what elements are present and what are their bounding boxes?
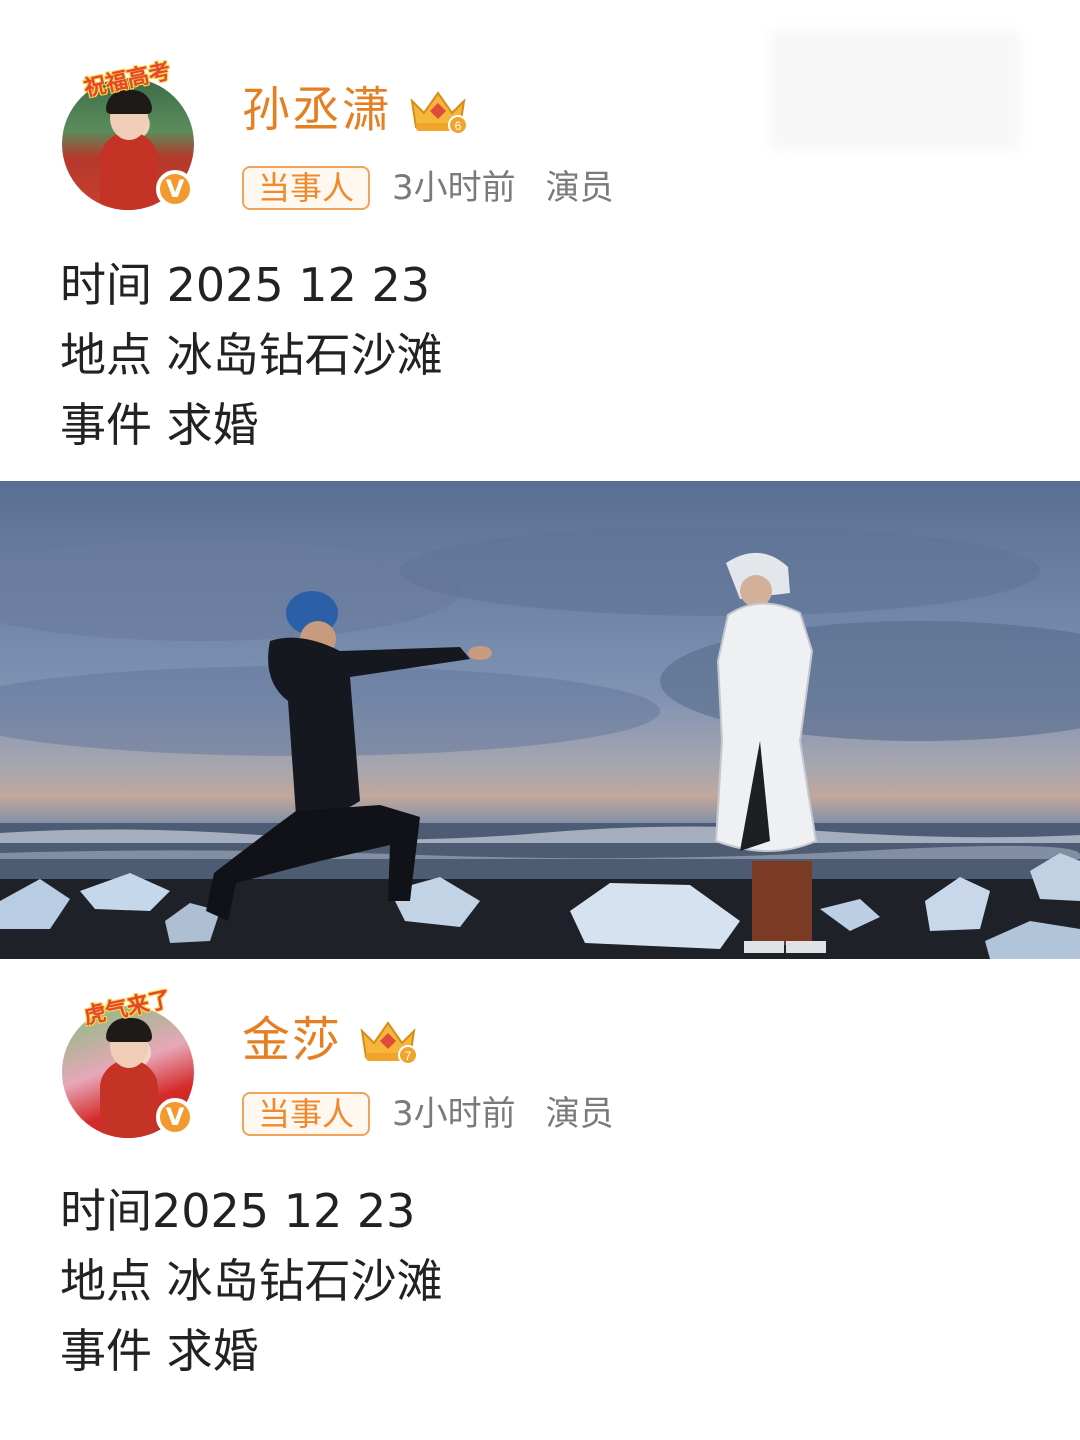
post-time: 3小时前 bbox=[392, 168, 516, 208]
level-number: 7 bbox=[405, 1049, 412, 1063]
level-number: 6 bbox=[455, 119, 462, 133]
avatar-container[interactable]: 虎气来了 V bbox=[52, 986, 202, 1138]
post-content: 时间 2025 12 23 地点 冰岛钻石沙滩 事件 求婚 bbox=[60, 250, 443, 460]
photo-scene bbox=[0, 526, 1080, 959]
tag-badge: 当事人 bbox=[242, 1092, 371, 1136]
avatar-figure bbox=[100, 1060, 158, 1138]
meta-row: 当事人 3小时前 演员 bbox=[242, 1092, 614, 1136]
crown-level-icon[interactable]: 6 bbox=[406, 85, 470, 135]
user-role: 演员 bbox=[545, 1094, 614, 1134]
user-role: 演员 bbox=[545, 168, 614, 208]
post-1: 祝福高考 V 孙丞潇 6 当事人 3小时前 演员 时间 2025 12 23 地… bbox=[0, 0, 1080, 480]
name-row: 金莎 7 bbox=[242, 1008, 420, 1072]
avatar-figure bbox=[100, 132, 158, 210]
avatar-container[interactable]: 祝福高考 V bbox=[52, 58, 202, 210]
content-line: 地点 冰岛钻石沙滩 bbox=[60, 328, 443, 382]
content-line: 事件 求婚 bbox=[60, 1324, 259, 1378]
content-line: 时间 2025 12 23 bbox=[60, 258, 430, 312]
content-line: 时间2025 12 23 bbox=[60, 1184, 416, 1238]
weibo-screenshot: 祝福高考 V 孙丞潇 6 当事人 3小时前 演员 时间 2025 12 23 地… bbox=[0, 0, 1080, 1440]
name-row: 孙丞潇 6 bbox=[242, 78, 470, 142]
content-line: 地点 冰岛钻石沙滩 bbox=[60, 1254, 443, 1308]
meta-row: 当事人 3小时前 演员 bbox=[242, 166, 614, 210]
crown-level-icon[interactable]: 7 bbox=[356, 1015, 420, 1065]
post-content: 时间2025 12 23 地点 冰岛钻石沙滩 事件 求婚 bbox=[60, 1176, 443, 1386]
post-2: 虎气来了 V 金莎 7 当事人 3小时前 演员 时间2025 12 23 地点 bbox=[0, 960, 1080, 1440]
post-photo[interactable] bbox=[0, 481, 1080, 959]
verified-badge-icon: V bbox=[156, 170, 194, 208]
tag-badge: 当事人 bbox=[242, 166, 371, 210]
verified-badge-icon: V bbox=[156, 1098, 194, 1136]
user-name[interactable]: 孙丞潇 bbox=[242, 78, 392, 142]
user-name[interactable]: 金莎 bbox=[242, 1008, 342, 1072]
content-line: 事件 求婚 bbox=[60, 398, 259, 452]
post-time: 3小时前 bbox=[392, 1094, 516, 1134]
